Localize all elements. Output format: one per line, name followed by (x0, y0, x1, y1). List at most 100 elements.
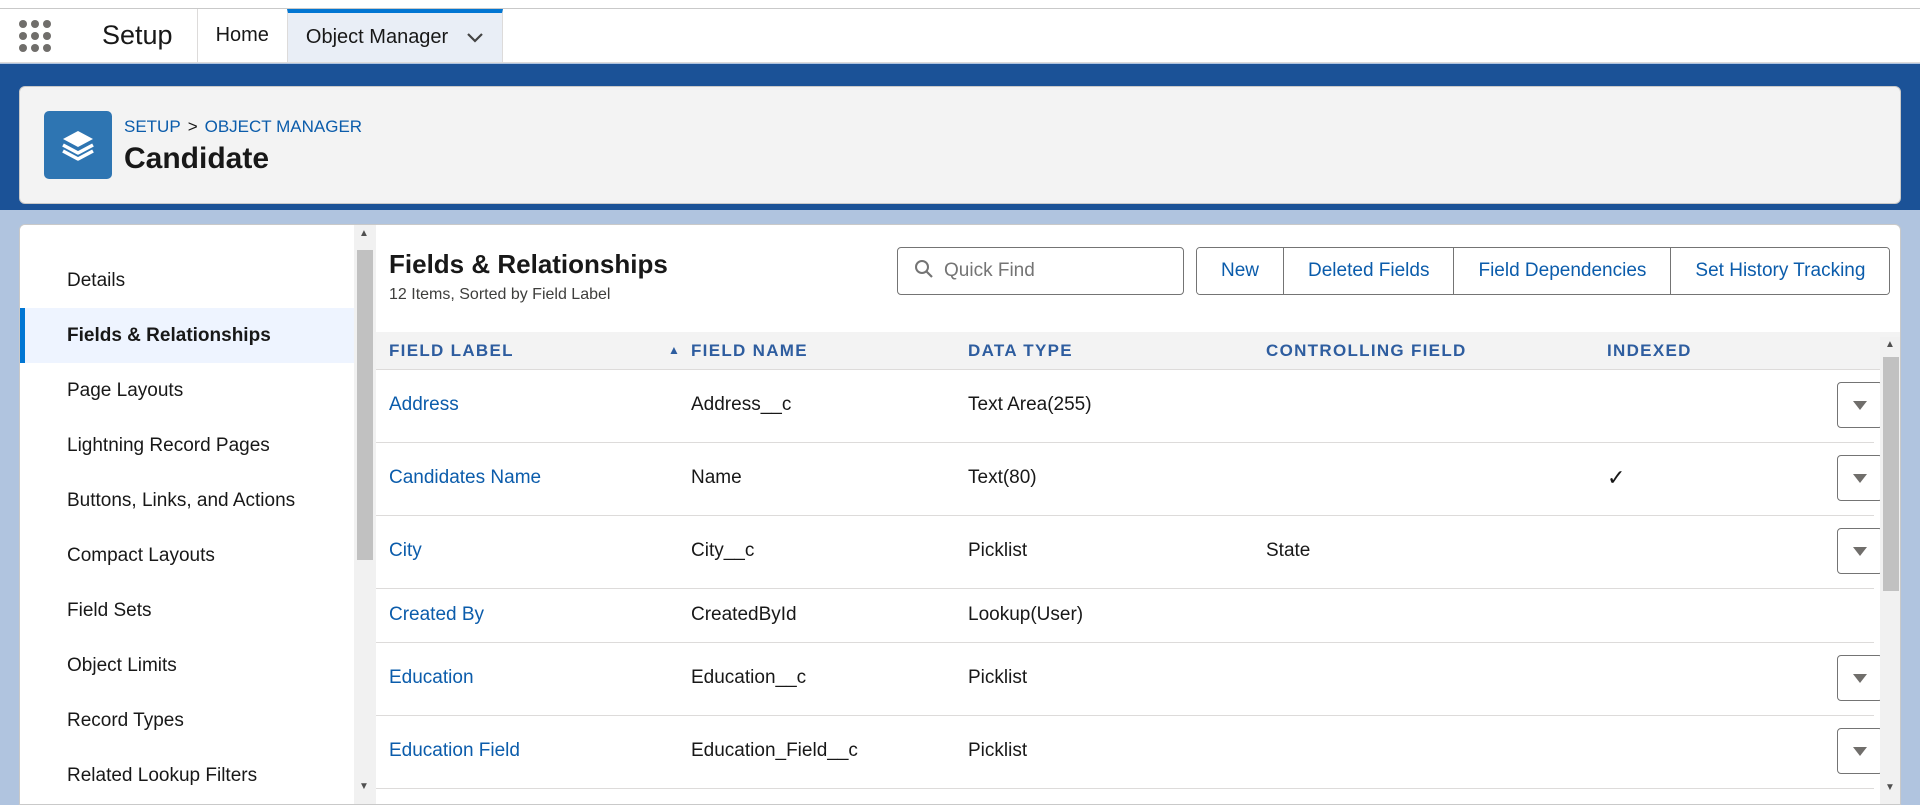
row-actions-dropdown-button[interactable] (1837, 528, 1883, 574)
sidebar-item-buttons-links-actions[interactable]: Buttons, Links, and Actions (20, 473, 354, 528)
row-actions-dropdown-button[interactable] (1837, 455, 1883, 501)
table-row: Candidates Name Name Text(80) ✓ (376, 443, 1883, 516)
field-label-link[interactable]: Education Field (389, 740, 520, 762)
controlling-field: State (1266, 540, 1311, 561)
scrollbar-thumb[interactable] (357, 250, 373, 560)
row-actions-dropdown-button[interactable] (1837, 728, 1883, 774)
sort-ascending-icon: ▲ (668, 343, 680, 357)
breadcrumb: SETUP > OBJECT MANAGER (124, 117, 362, 137)
caret-down-icon (1853, 400, 1867, 410)
sidebar-item-label: Object Limits (67, 654, 177, 676)
field-data-type: Picklist (968, 540, 1028, 561)
breadcrumb-separator: > (187, 117, 198, 136)
scrollbar-thumb[interactable] (1883, 357, 1899, 591)
object-header: SETUP > OBJECT MANAGER Candidate (19, 86, 1901, 204)
caret-down-icon (1853, 546, 1867, 556)
sidebar-item-field-sets[interactable]: Field Sets (20, 583, 354, 638)
table-row: Address Address__c Text Area(255) (376, 370, 1883, 443)
sidebar-item-label: Lightning Record Pages (67, 434, 270, 456)
field-label-link[interactable]: Education (389, 667, 474, 689)
sidebar-item-label: Record Types (67, 709, 184, 731)
list-subtitle: 12 Items, Sorted by Field Label (389, 286, 611, 303)
breadcrumb-object-manager[interactable]: OBJECT MANAGER (205, 117, 362, 137)
list-actions-button-group: New Deleted Fields Field Dependencies Se… (1196, 247, 1891, 295)
sidebar-item-label: Page Layouts (67, 379, 184, 401)
fields-list-panel: Fields & Relationships 12 Items, Sorted … (376, 225, 1900, 804)
scroll-up-arrow-icon[interactable]: ▲ (359, 228, 369, 239)
field-data-type: Lookup(User) (968, 604, 1084, 625)
sidebar-scrollbar[interactable]: ▲ ▼ (354, 225, 376, 804)
sidebar-item-compact-layouts[interactable]: Compact Layouts (20, 528, 354, 583)
global-navigation-bar: Setup Home Object Manager (0, 9, 1920, 63)
table-header: FIELD LABEL ▲ FIELD NAME DATA TYPE CONTR… (376, 332, 1900, 370)
caret-down-icon (1853, 673, 1867, 683)
object-detail-card: Details Fields & Relationships Page Layo… (19, 224, 1901, 805)
scroll-down-arrow-icon[interactable]: ▼ (359, 781, 369, 792)
scroll-down-arrow-icon[interactable]: ▼ (1885, 782, 1895, 793)
sidebar-item-label: Related Lookup Filters (67, 764, 258, 786)
field-api-name: Education__c (691, 667, 807, 688)
breadcrumb-setup[interactable]: SETUP (124, 117, 181, 137)
deleted-fields-button[interactable]: Deleted Fields (1284, 248, 1455, 294)
table-row: Education Education__c Picklist (376, 643, 1883, 716)
tab-home-label: Home (215, 24, 269, 46)
field-label-link[interactable]: Address (389, 394, 459, 416)
column-header-field-label[interactable]: FIELD LABEL (389, 341, 514, 361)
column-header-indexed[interactable]: INDEXED (1607, 341, 1692, 361)
app-launcher-button[interactable] (0, 9, 70, 62)
chevron-down-icon[interactable] (466, 32, 484, 44)
table-row: City City__c Picklist State (376, 516, 1883, 589)
field-data-type: Text Area(255) (968, 394, 1092, 415)
sidebar-item-label: Field Sets (67, 599, 152, 621)
indexed-checkmark-icon: ✓ (1607, 465, 1626, 490)
sidebar-item-related-lookup-filters[interactable]: Related Lookup Filters (20, 748, 354, 803)
table-scrollbar[interactable]: ▲ ▼ (1880, 337, 1900, 804)
sidebar-item-details[interactable]: Details (20, 253, 354, 308)
field-data-type: Picklist (968, 740, 1028, 761)
tab-home[interactable]: Home (198, 9, 287, 62)
field-label-link[interactable]: Created By (389, 604, 484, 626)
tab-object-manager-label: Object Manager (305, 26, 449, 48)
quick-find-input[interactable] (944, 260, 1164, 282)
quick-find-field[interactable] (897, 247, 1184, 295)
browser-top-strip (0, 0, 1920, 9)
sidebar-item-object-limits[interactable]: Object Limits (20, 638, 354, 693)
sidebar-item-record-types[interactable]: Record Types (20, 693, 354, 748)
layers-icon (44, 111, 112, 179)
new-button[interactable]: New (1197, 248, 1285, 294)
caret-down-icon (1853, 473, 1867, 483)
sidebar-item-fields-relationships[interactable]: Fields & Relationships (20, 308, 354, 363)
sidebar-item-lightning-record-pages[interactable]: Lightning Record Pages (20, 418, 354, 473)
caret-down-icon (1853, 746, 1867, 756)
field-api-name: CreatedById (691, 604, 797, 625)
table-row: Education Field Education_Field__c Pickl… (376, 716, 1883, 789)
field-dependencies-button[interactable]: Field Dependencies (1454, 248, 1672, 294)
sidebar-item-page-layouts[interactable]: Page Layouts (20, 363, 354, 418)
sidebar-item-label: Buttons, Links, and Actions (67, 489, 296, 511)
table-row: Created By CreatedById Lookup(User) (376, 589, 1874, 643)
scroll-up-arrow-icon[interactable]: ▲ (1885, 339, 1895, 350)
field-data-type: Picklist (968, 667, 1028, 688)
field-api-name: Name (691, 467, 742, 488)
field-label-link[interactable]: Candidates Name (389, 467, 541, 489)
row-actions-dropdown-button[interactable] (1837, 655, 1883, 701)
field-label-link[interactable]: City (389, 540, 422, 562)
field-api-name: Address__c (691, 394, 792, 415)
list-title: Fields & Relationships (389, 249, 668, 279)
row-actions-dropdown-button[interactable] (1837, 382, 1883, 428)
column-header-field-name[interactable]: FIELD NAME (691, 341, 808, 361)
sidebar-item-label: Fields & Relationships (67, 324, 271, 346)
set-history-tracking-button[interactable]: Set History Tracking (1671, 248, 1890, 294)
field-data-type: Text(80) (968, 467, 1037, 488)
column-header-controlling-field[interactable]: CONTROLLING FIELD (1266, 341, 1467, 361)
field-api-name: Education_Field__c (691, 740, 858, 761)
object-sidebar-nav: Details Fields & Relationships Page Layo… (20, 225, 354, 804)
field-api-name: City__c (691, 540, 755, 561)
app-launcher-grid-icon (19, 19, 51, 52)
sidebar-item-label: Details (67, 269, 126, 291)
column-header-data-type[interactable]: DATA TYPE (968, 341, 1073, 361)
page-title: Candidate (124, 142, 270, 175)
tab-object-manager[interactable]: Object Manager (286, 9, 504, 62)
search-icon (914, 259, 934, 284)
app-name: Setup (70, 9, 198, 62)
